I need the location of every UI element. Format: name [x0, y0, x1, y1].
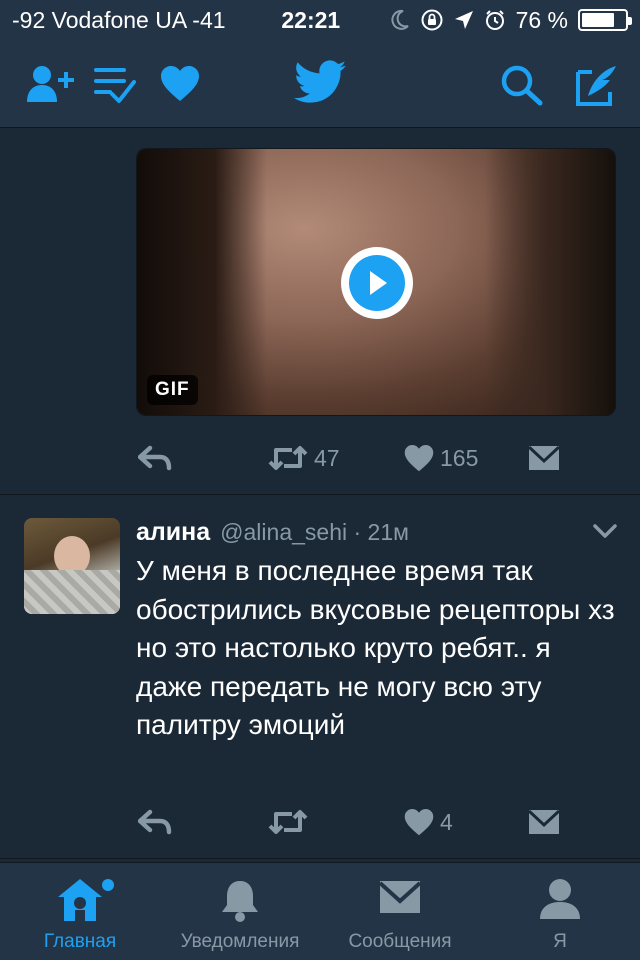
- profile-icon: [540, 879, 580, 919]
- new-tweets-dot: [102, 879, 114, 891]
- tweet-header: алина @alina_sehi · 21м: [136, 518, 576, 548]
- tab-label: Я: [553, 931, 567, 952]
- top-nav-bar: [0, 40, 640, 128]
- bell-icon: [222, 881, 258, 922]
- tab-label: Уведомления: [180, 931, 300, 952]
- clock: 22:21: [281, 6, 341, 33]
- retweet-button[interactable]: 47: [268, 444, 340, 472]
- dm-button[interactable]: [528, 445, 560, 471]
- retweet-icon: [268, 446, 308, 470]
- tweet-actions: 47 165: [136, 438, 616, 478]
- retweet-count: 47: [314, 444, 340, 471]
- search-icon[interactable]: [500, 64, 544, 106]
- play-icon: [349, 255, 405, 311]
- tweet-text: У меня в последнее время так обострились…: [136, 555, 615, 740]
- envelope-icon: [378, 881, 422, 913]
- rotation-lock-icon: [421, 9, 443, 31]
- like-button[interactable]: 165: [404, 444, 479, 472]
- envelope-icon: [528, 809, 560, 834]
- tweet-actions: 4: [136, 802, 616, 842]
- dm-button[interactable]: [528, 809, 560, 835]
- reply-button[interactable]: [138, 444, 172, 472]
- tab-home[interactable]: Главная: [0, 863, 160, 960]
- chevron-down-icon[interactable]: [592, 522, 618, 540]
- moon-icon: [391, 9, 409, 30]
- heart-icon[interactable]: [160, 66, 200, 102]
- tab-messages[interactable]: Сообщения: [320, 863, 480, 960]
- retweet-button[interactable]: [268, 808, 314, 836]
- author-name[interactable]: алина: [136, 518, 210, 547]
- avatar[interactable]: [24, 518, 120, 614]
- reply-button[interactable]: [138, 808, 172, 836]
- battery-icon: [578, 9, 632, 31]
- bottom-tab-bar: Главная Уведомления Сообщения Я: [0, 862, 640, 960]
- add-user-icon[interactable]: [26, 64, 76, 104]
- status-bar: -92 Vodafone UA -41 22:21 76 %: [0, 0, 640, 40]
- twitter-logo-icon: [294, 60, 346, 103]
- tab-me[interactable]: Я: [480, 863, 640, 960]
- tab-label: Сообщения: [348, 931, 452, 952]
- alarm-icon: [485, 10, 504, 30]
- compose-icon[interactable]: [574, 62, 620, 108]
- like-count: 165: [440, 444, 479, 471]
- status-icons: 76 %: [390, 6, 632, 34]
- author-handle: @alina_sehi · 21м: [220, 519, 409, 545]
- like-icon: [404, 444, 434, 471]
- envelope-icon: [528, 445, 560, 470]
- gif-badge: GIF: [147, 375, 198, 405]
- battery-percent: 76 %: [515, 6, 568, 33]
- location-icon: [454, 11, 473, 29]
- play-button[interactable]: [341, 247, 413, 319]
- divider: [0, 858, 640, 859]
- reply-icon: [138, 809, 172, 835]
- tab-label: Главная: [43, 931, 117, 952]
- lists-icon[interactable]: [94, 66, 136, 104]
- carrier-label: -92 Vodafone UA -41: [12, 6, 226, 33]
- like-icon: [404, 808, 434, 835]
- like-button[interactable]: 4: [404, 808, 453, 836]
- divider: [0, 494, 640, 495]
- retweet-icon: [268, 810, 308, 834]
- gif-media[interactable]: GIF: [136, 148, 616, 416]
- like-count: 4: [440, 808, 453, 835]
- timeline[interactable]: GIF 47 165 алина @alina_sehi · 21м У мен…: [0, 128, 640, 862]
- reply-icon: [138, 445, 172, 471]
- tab-notifications[interactable]: Уведомления: [160, 863, 320, 960]
- home-icon: [58, 879, 102, 921]
